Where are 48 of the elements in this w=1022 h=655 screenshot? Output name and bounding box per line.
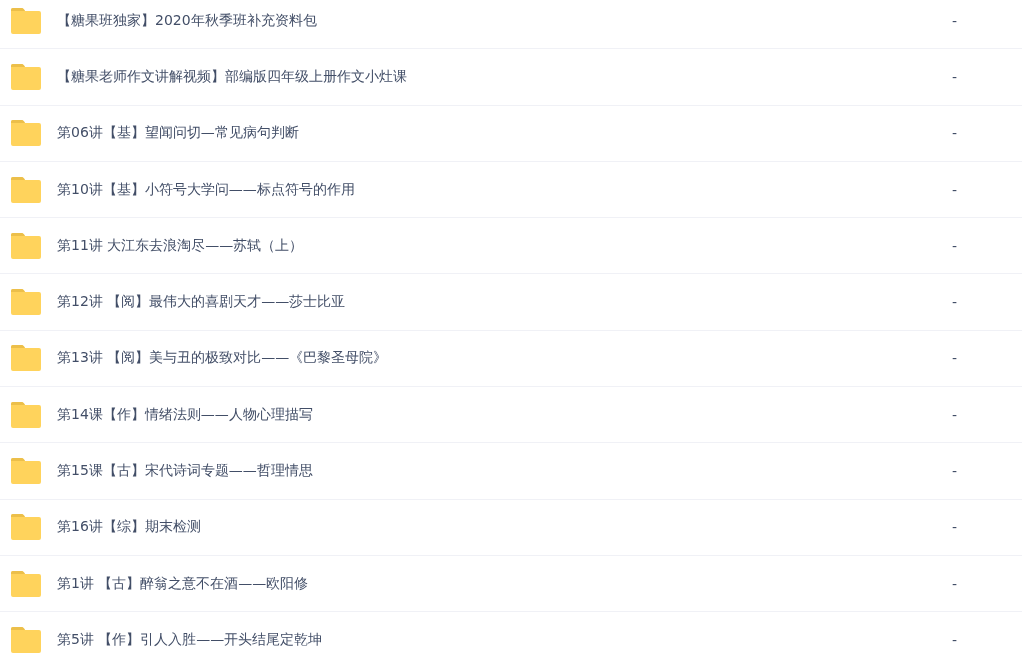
file-size: - [952, 237, 959, 254]
folder-row[interactable]: 第11讲 大江东去浪淘尽——苏轼（上） - [0, 218, 1022, 275]
folder-row[interactable]: 第16讲【综】期末检测 - [0, 499, 1022, 556]
folder-icon [10, 514, 42, 541]
folder-icon [10, 458, 42, 484]
file-size: - [952, 575, 959, 592]
folder-icon [10, 626, 42, 653]
folder-icon [10, 63, 42, 90]
folder-icon [10, 570, 42, 597]
folder-name: 第12讲 【阅】最伟大的喜剧天才——莎士比亚 [57, 293, 347, 312]
folder-row[interactable]: 第06讲【基】望闻问切—常见病句判断 - [0, 105, 1022, 162]
folder-row[interactable]: 第13讲 【阅】美与丑的极致对比——《巴黎圣母院》 - [0, 330, 1022, 388]
folder-name: 【糖果老师作文讲解视频】部编版四年级上册作文小灶课 [57, 67, 408, 86]
folder-name: 第06讲【基】望闻问切—常见病句判断 [57, 124, 300, 143]
folder-icon [10, 120, 42, 147]
file-size: - [952, 350, 959, 367]
folder-icon [10, 176, 42, 203]
folder-row[interactable]: 第10讲【基】小符号大学问——标点符号的作用 - [0, 161, 1022, 219]
file-size: - [952, 68, 959, 85]
file-size: - [952, 631, 959, 648]
folder-row[interactable]: 第12讲 【阅】最伟大的喜剧天才——莎士比亚 - [0, 274, 1022, 331]
folder-row[interactable]: 【糖果班独家】2020年秋季班补充资料包 - [0, 0, 1022, 50]
folder-icon [10, 345, 42, 372]
folder-row[interactable]: 【糖果老师作文讲解视频】部编版四年级上册作文小灶课 - [0, 49, 1022, 106]
file-size: - [952, 181, 959, 198]
folder-name: 第11讲 大江东去浪淘尽——苏轼（上） [57, 236, 305, 255]
folder-icon [10, 232, 42, 259]
folder-icon [10, 401, 42, 428]
folder-row[interactable]: 第5讲 【作】引人入胜——开头结尾定乾坤 - [0, 612, 1022, 655]
file-size: - [952, 519, 959, 536]
file-size: - [952, 294, 959, 311]
folder-name: 第10讲【基】小符号大学问——标点符号的作用 [57, 180, 356, 199]
folder-row[interactable]: 第15课【古】宋代诗词专题——哲理情思 - [0, 443, 1022, 500]
folder-name: 第14课【作】情绪法则——人物心理描写 [57, 405, 314, 424]
folder-name: 第5讲 【作】引人入胜——开头结尾定乾坤 [57, 630, 324, 649]
folder-name: 第1讲 【古】醉翁之意不在酒——欧阳修 [57, 574, 310, 593]
folder-name: 第16讲【综】期末检测 [57, 518, 202, 537]
file-size: - [952, 406, 959, 423]
file-size: - [952, 463, 959, 479]
file-size: - [952, 12, 959, 29]
folder-row[interactable]: 第14课【作】情绪法则——人物心理描写 - [0, 387, 1022, 444]
folder-row[interactable]: 第1讲 【古】醉翁之意不在酒——欧阳修 - [0, 555, 1022, 613]
folder-icon [10, 289, 42, 316]
folder-name: 【糖果班独家】2020年秋季班补充资料包 [57, 11, 318, 30]
folder-icon [10, 7, 42, 34]
folder-name: 第13讲 【阅】美与丑的极致对比——《巴黎圣母院》 [57, 349, 389, 368]
folder-name: 第15课【古】宋代诗词专题——哲理情思 [57, 462, 314, 480]
file-size: - [952, 125, 959, 142]
